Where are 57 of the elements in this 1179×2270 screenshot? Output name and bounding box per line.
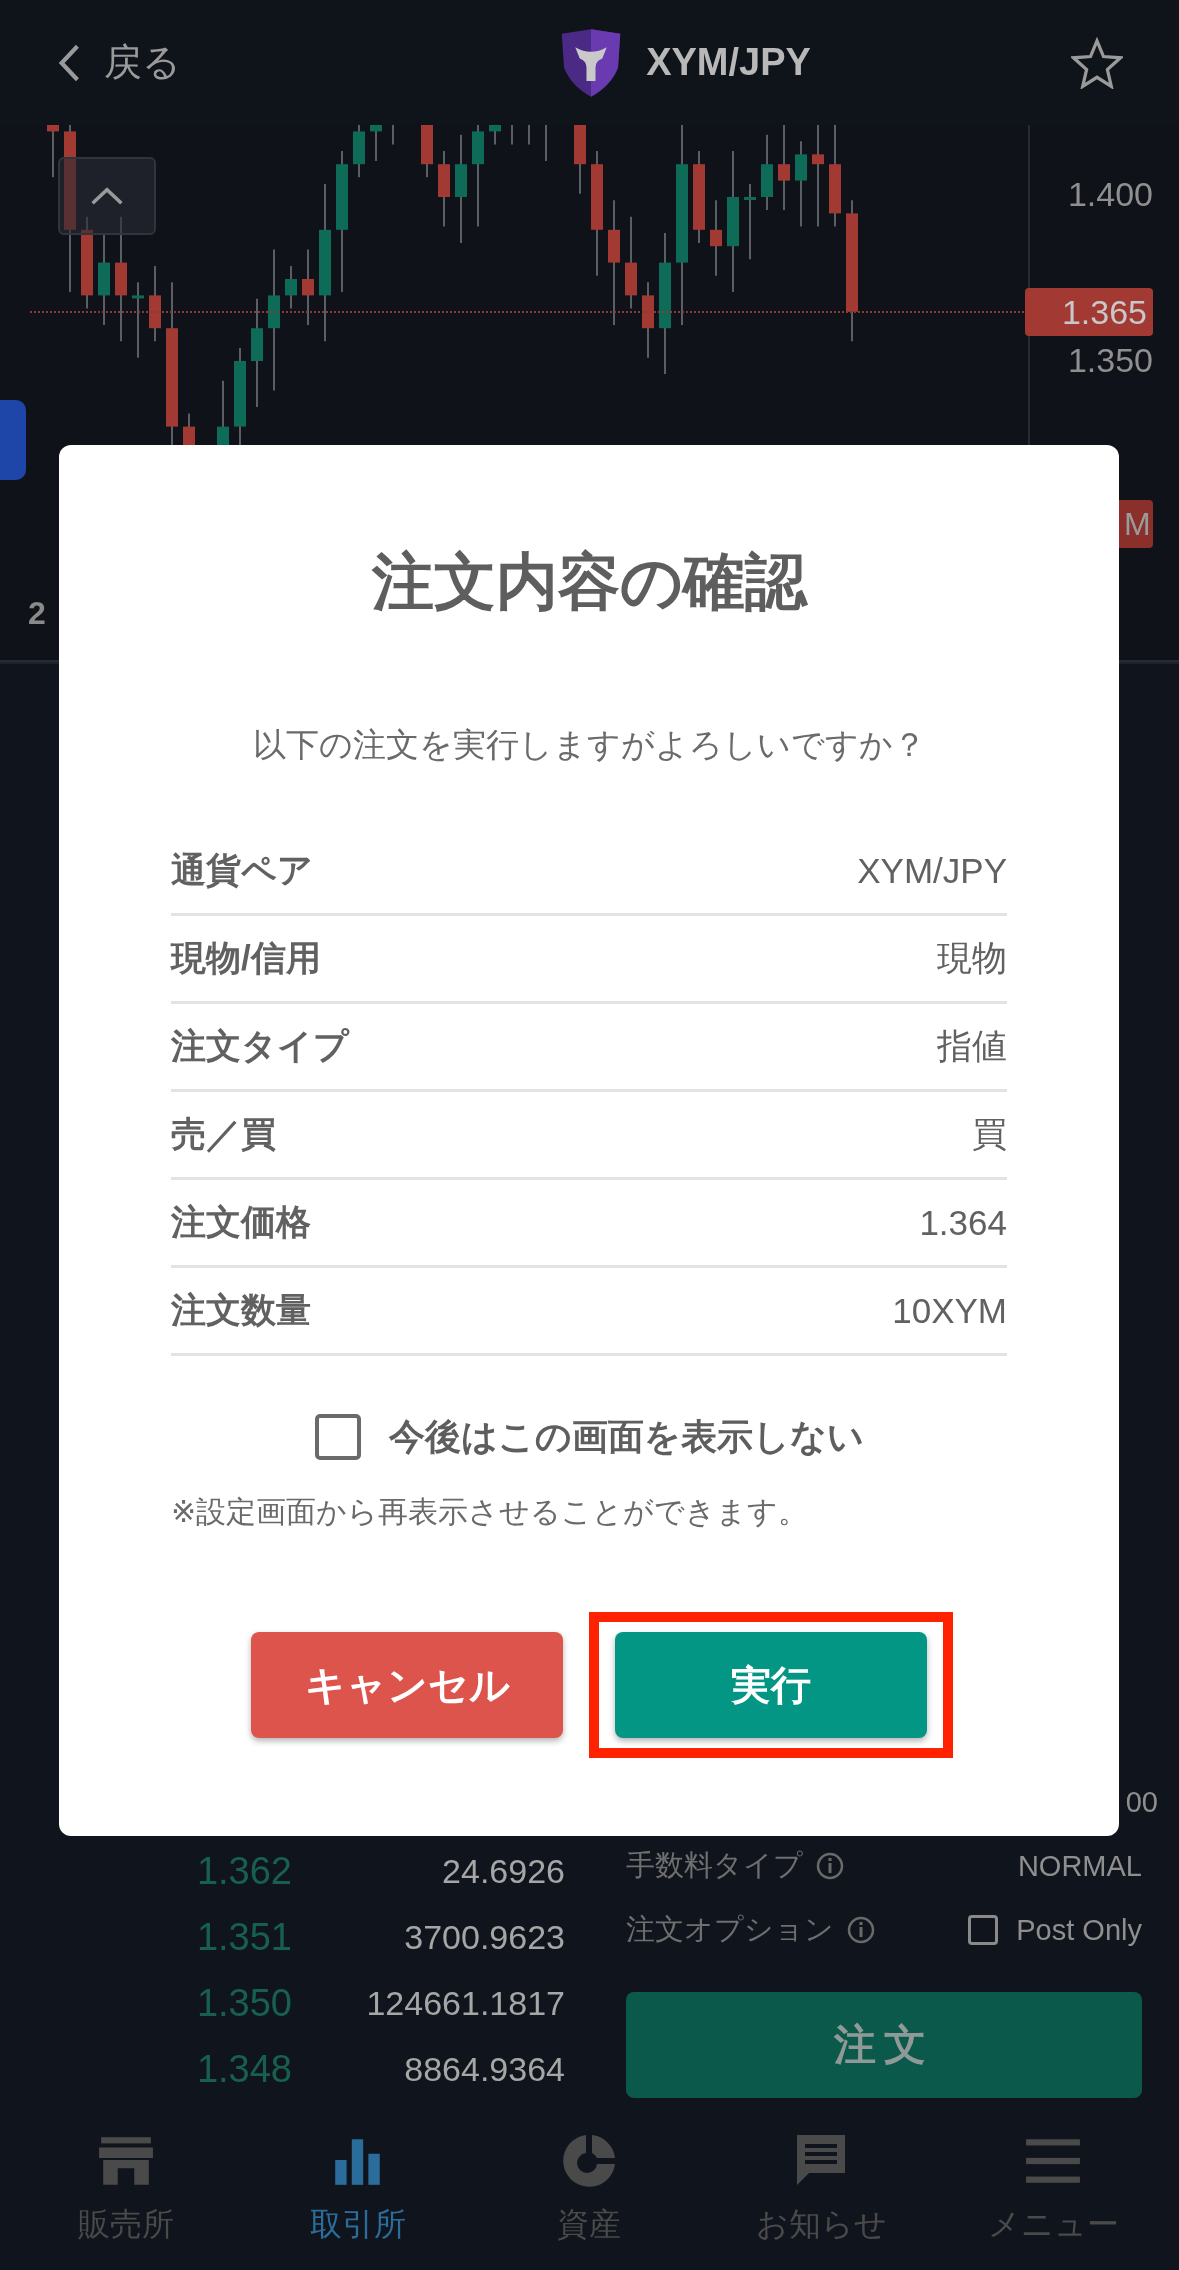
order-button[interactable]: 注文	[626, 1992, 1142, 2098]
bid-price: 1.348	[195, 2047, 292, 2091]
detail-value: XYM/JPY	[857, 850, 1007, 891]
detail-value: 10XYM	[892, 1290, 1007, 1331]
pair-title: XYM/JPY	[646, 41, 811, 84]
detail-value: 1.364	[919, 1202, 1007, 1243]
nav-tab[interactable]: 取引所	[257, 2133, 458, 2247]
detail-value: 現物	[937, 937, 1007, 979]
bid-price: 1.351	[195, 1915, 292, 1959]
fee-type-value: NORMAL	[1017, 1849, 1142, 1883]
nav-tab[interactable]: 販売所	[25, 2133, 226, 2247]
bid-amount: 8864.9364	[403, 2049, 565, 2089]
candle	[353, 125, 365, 179]
detail-value: 買	[972, 1113, 1007, 1155]
nav-tab[interactable]: 資産	[489, 2133, 690, 2247]
info-icon[interactable]	[815, 1851, 845, 1881]
fee-type-label: 手数料タイプ	[626, 1848, 803, 1883]
nav-tab[interactable]: お知らせ	[721, 2133, 922, 2247]
post-only-checkbox[interactable]	[968, 1915, 999, 1945]
candle	[370, 125, 382, 162]
bid-amount: 24.6926	[441, 1851, 565, 1891]
bid-amount: 3700.9623	[403, 1917, 565, 1957]
candle	[285, 264, 297, 310]
bid-price: 1.350	[195, 1981, 292, 2025]
info-icon[interactable]	[846, 1915, 876, 1945]
back-button[interactable]: 戻る	[56, 37, 416, 88]
bid-price: 1.362	[195, 1849, 292, 1893]
detail-value: 指値	[937, 1025, 1007, 1067]
candle	[421, 125, 433, 179]
detail-label: 注文タイプ	[171, 1025, 349, 1067]
cancel-button[interactable]: キャンセル	[251, 1632, 563, 1738]
detail-label: 注文数量	[171, 1289, 311, 1331]
date-label: 2	[28, 595, 46, 632]
candle	[574, 125, 586, 195]
dont-show-checkbox[interactable]	[314, 1414, 361, 1460]
detail-label: 注文価格	[171, 1201, 311, 1243]
execute-button[interactable]: 実行	[615, 1632, 927, 1738]
detail-label: 現物/信用	[171, 937, 321, 979]
post-only-label: Post Only	[1016, 1913, 1142, 1947]
candle	[489, 125, 501, 146]
dialog-title: 注文内容の確認	[370, 546, 809, 618]
detail-label: 売／買	[171, 1113, 276, 1155]
dialog-note: ※設定画面から再表示させることができます。	[171, 1494, 810, 1530]
dont-show-label: 今後はこの画面を表示しない	[388, 1414, 864, 1459]
nav-tab[interactable]: メニュー	[953, 2133, 1154, 2247]
price-tick: 1.400	[1067, 175, 1153, 214]
price-tick: 1.350	[1067, 341, 1153, 380]
caret-icon	[89, 185, 125, 207]
candle	[47, 125, 59, 179]
field-value: 00	[1125, 1785, 1158, 1819]
current-price-tag: 1.365	[1025, 288, 1153, 336]
bid-amount: 124661.1817	[365, 1983, 565, 2023]
detail-label: 通貨ペア	[171, 849, 313, 891]
side-panel-handle[interactable]	[0, 400, 26, 480]
order-option-label: 注文オプション	[626, 1912, 834, 1947]
dialog-question: 以下の注文を実行しますがよろしいですか？	[251, 725, 927, 765]
favorite-star-icon[interactable]	[1071, 36, 1123, 89]
